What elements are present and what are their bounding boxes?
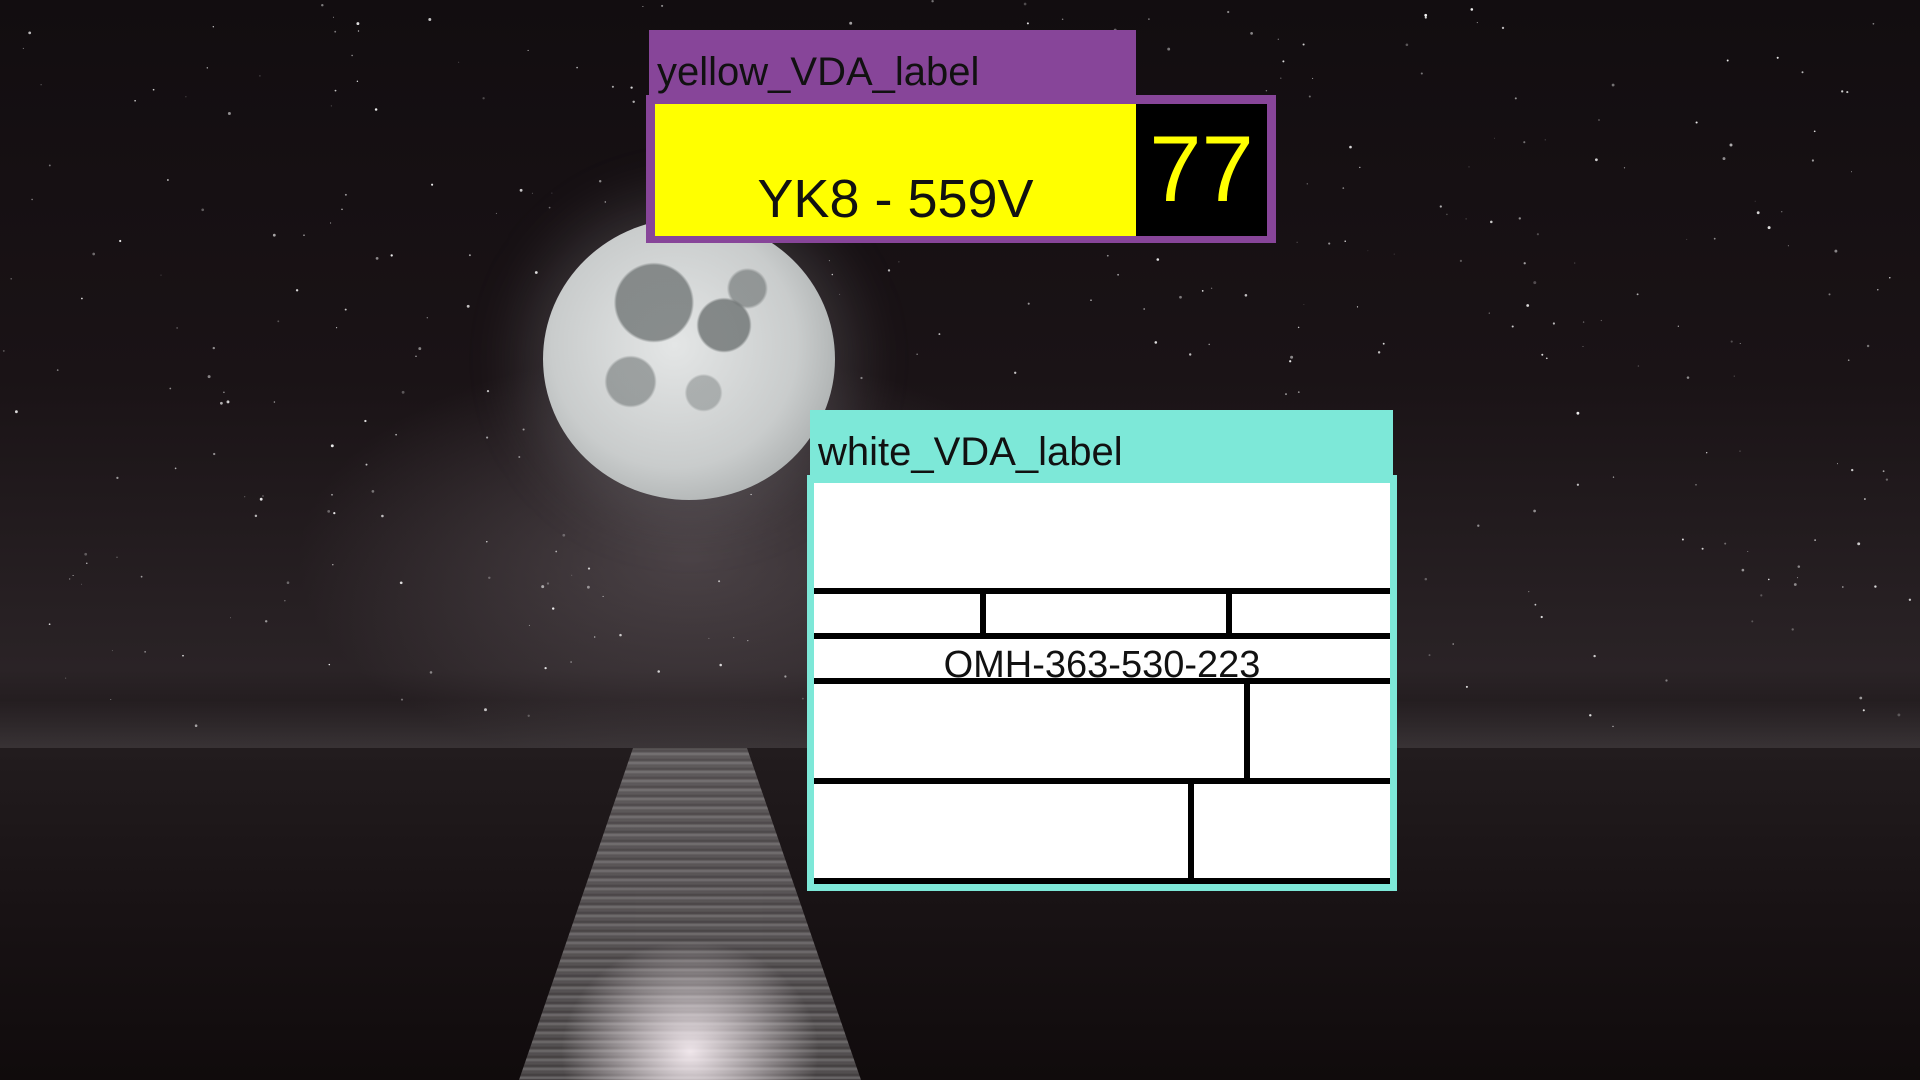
white-vda-grid-line	[814, 678, 1390, 684]
yellow-vda-label-box[interactable]: YK8 - 559V 77	[646, 95, 1276, 243]
white-vda-label-tag: white_VDA_label	[810, 410, 1393, 478]
moon-reflection-core	[560, 940, 820, 1080]
white-vda-grid-line	[1244, 678, 1250, 778]
yellow-vda-plate: YK8 - 559V	[655, 104, 1136, 236]
white-vda-grid-line	[1226, 588, 1232, 634]
white-vda-grid-line	[980, 588, 986, 634]
yellow-vda-number-box: 77	[1136, 104, 1267, 236]
white-vda-grid-line	[814, 588, 1390, 594]
yellow-vda-label-tag-text: yellow_VDA_label	[657, 50, 980, 94]
moon	[543, 218, 835, 500]
white-vda-label-box[interactable]: OMH-363-530-223	[807, 475, 1397, 891]
yellow-vda-code: YK8 - 559V	[757, 169, 1034, 229]
yellow-vda-number: 77	[1149, 116, 1254, 221]
white-vda-grid-line	[814, 633, 1390, 639]
white-vda-grid-line	[1188, 778, 1194, 878]
white-vda-plate: OMH-363-530-223	[814, 483, 1390, 884]
yellow-vda-label-tag: yellow_VDA_label	[649, 30, 1136, 98]
white-vda-label-tag-text: white_VDA_label	[818, 430, 1123, 474]
white-vda-grid-line	[814, 878, 1390, 884]
white-vda-grid-line	[814, 778, 1390, 784]
